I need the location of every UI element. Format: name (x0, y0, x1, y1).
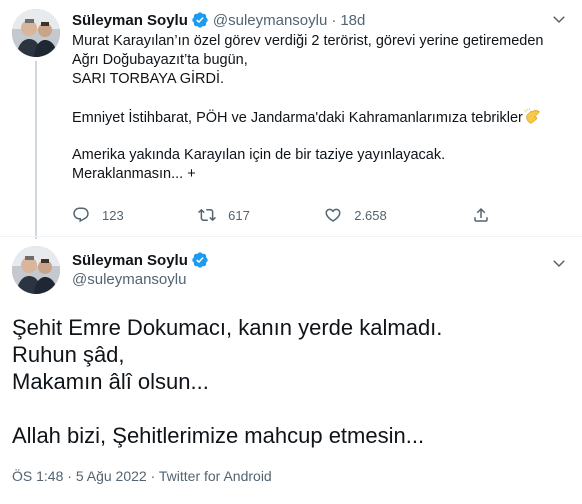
tweet-metadata: ÖS 1:48 · 5 Ağu 2022 · Twitter for Andro… (12, 468, 272, 484)
reply-count: 123 (102, 207, 124, 223)
author-handle[interactable]: @suleymansoylu (72, 270, 213, 290)
verified-badge-icon (191, 11, 209, 29)
share-button[interactable] (472, 206, 502, 224)
tweet-timestamp[interactable]: ÖS 1:48 (12, 468, 63, 484)
tweet-text-line: Makamın âlî olsun... (12, 369, 209, 394)
chevron-down-icon[interactable] (550, 254, 568, 272)
tweet-text-line: Amerika yakında Karayılan için de bir ta… (72, 147, 446, 163)
tweet-1[interactable]: Süleyman Soylu @suleymansoylu · 18d Mura… (0, 0, 582, 239)
tweet-date[interactable]: 5 Ağu 2022 (76, 468, 147, 484)
separator-dot: · (331, 11, 337, 29)
tweet-1-actions: 123 617 2.658 (72, 205, 502, 225)
reply-button[interactable]: 123 (72, 206, 198, 224)
tweet-1-text: Murat Karayılan’ın özel görev verdiği 2 … (72, 32, 572, 184)
tweet-source[interactable]: Twitter for Android (159, 468, 272, 484)
clapping-hands-emoji (524, 108, 541, 125)
separator-dot: · (67, 468, 72, 484)
retweet-count: 617 (228, 207, 250, 223)
separator-dot: · (150, 468, 156, 484)
avatar[interactable] (12, 9, 60, 57)
like-button[interactable]: 2.658 (324, 206, 472, 224)
chevron-down-icon[interactable] (550, 10, 568, 28)
retweet-icon (198, 208, 217, 222)
avatar-image (12, 9, 60, 57)
thread-line (35, 61, 37, 239)
author-name[interactable]: Süleyman Soylu (72, 252, 188, 269)
tweet-2-text: Şehit Emre Dokumacı, kanın yerde kalmadı… (12, 314, 572, 449)
tweet-text-line: SARI TORBAYA GİRDİ. (72, 71, 225, 87)
tweet-text-line: Emniyet İstihbarat, PÖH ve Jandarma'daki… (72, 108, 572, 127)
tweet-text-line: Ağrı Doğubayazıt’ta bugün, (72, 52, 248, 68)
avatar-image (12, 246, 60, 294)
heart-icon (325, 208, 341, 222)
share-icon (474, 207, 488, 222)
author-handle[interactable]: @suleymansoylu (213, 12, 327, 29)
like-count: 2.658 (354, 207, 387, 223)
tweet-text-line: Murat Karayılan’ın özel görev verdiği 2 … (72, 33, 544, 49)
reply-icon (73, 207, 89, 223)
tweet-text-line: Ruhun şâd, (12, 342, 125, 367)
tweet-text-line[interactable]: Meraklanmasın... + (72, 165, 572, 184)
tweet-divider (0, 236, 582, 237)
tweet-text-line: Şehit Emre Dokumacı, kanın yerde kalmadı… (12, 315, 443, 340)
author-name[interactable]: Süleyman Soylu (72, 12, 188, 29)
tweet-2-header: Süleyman Soylu @suleymansoylu (72, 250, 213, 290)
tweet-text-line: Allah bizi, Şehitlerimize mahcup etmesin… (12, 423, 425, 448)
avatar[interactable] (12, 246, 60, 294)
retweet-button[interactable]: 617 (198, 206, 324, 224)
tweet-1-header: Süleyman Soylu @suleymansoylu · 18d (72, 10, 365, 30)
tweet-text-segment: Emniyet İstihbarat, PÖH ve Jandarma'daki… (72, 110, 523, 126)
author-row: Süleyman Soylu (72, 250, 213, 270)
tweet-time[interactable]: 18d (340, 12, 365, 29)
verified-badge-icon (191, 251, 209, 269)
